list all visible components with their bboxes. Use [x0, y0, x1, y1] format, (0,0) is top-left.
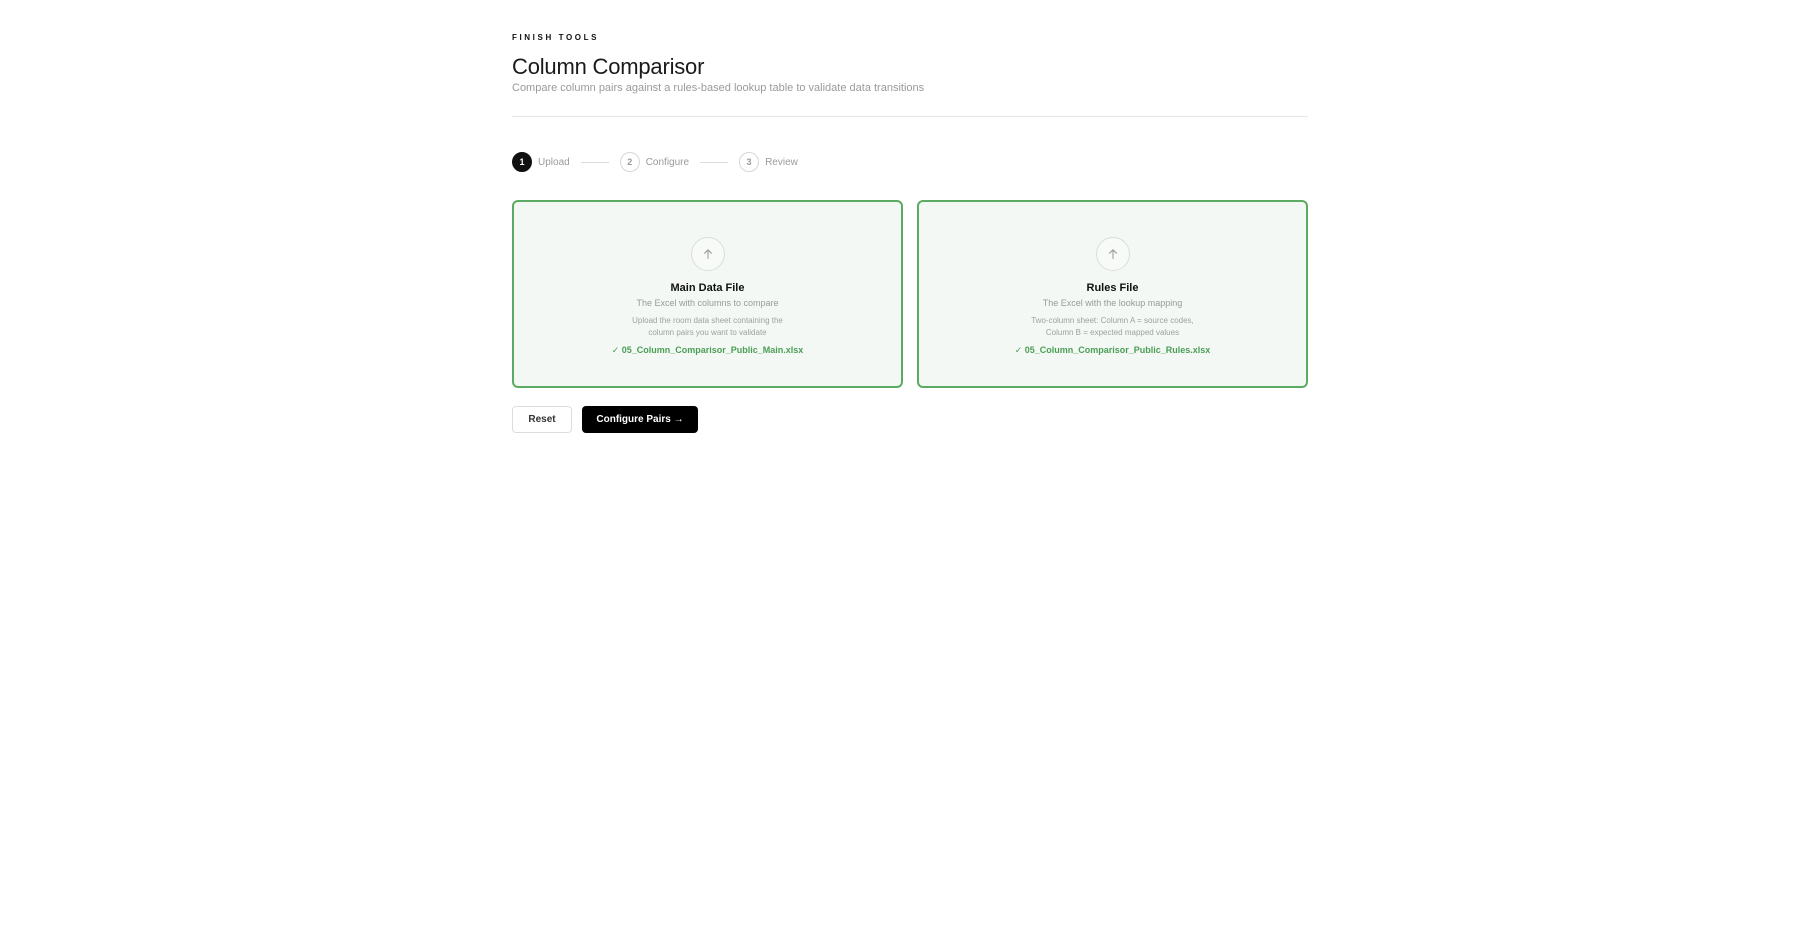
- step-review[interactable]: 3 Review: [739, 152, 798, 172]
- action-bar: Reset Configure Pairs →: [512, 406, 698, 433]
- reset-button[interactable]: Reset: [512, 406, 572, 433]
- card-description-line: Two-column sheet: Column A = source code…: [1031, 316, 1194, 325]
- step-configure[interactable]: 2 Configure: [619, 152, 690, 172]
- step-number: 3: [739, 152, 760, 172]
- step-upload[interactable]: 1 Upload: [512, 152, 570, 172]
- card-description-line: Upload the room data sheet containing th…: [632, 316, 783, 325]
- header-divider: [512, 116, 1308, 117]
- upload-arrow-icon: [1095, 237, 1130, 271]
- upload-arrow-icon: [690, 237, 725, 271]
- step-label: Upload: [538, 156, 570, 168]
- card-title: Main Data File: [670, 282, 745, 294]
- uploaded-file-name: ✓ 05_Column_Comparisor_Public_Rules.xlsx: [1014, 345, 1211, 355]
- rules-file-dropzone[interactable]: Rules File The Excel with the lookup map…: [917, 200, 1308, 388]
- page-title: Column Comparisor: [512, 54, 705, 79]
- step-number: 2: [619, 152, 640, 172]
- step-label: Configure: [645, 156, 690, 168]
- card-title: Rules File: [1086, 282, 1139, 294]
- section-eyebrow: FINISH TOOLS: [512, 33, 600, 42]
- main-data-file-dropzone[interactable]: Main Data File The Excel with columns to…: [512, 200, 903, 388]
- card-subtitle: The Excel with columns to compare: [636, 298, 779, 308]
- upload-cards: Main Data File The Excel with columns to…: [512, 200, 1308, 388]
- card-description: Upload the room data sheet containing th…: [514, 315, 901, 339]
- card-subtitle: The Excel with the lookup mapping: [1042, 298, 1183, 308]
- step-number: 1: [512, 152, 532, 172]
- page-subtitle: Compare column pairs against a rules-bas…: [512, 82, 925, 94]
- step-label: Review: [765, 156, 798, 168]
- step-connector: [700, 161, 729, 163]
- card-description-line: Column B = expected mapped values: [1045, 328, 1180, 337]
- uploaded-file-name: ✓ 05_Column_Comparisor_Public_Main.xlsx: [611, 345, 804, 355]
- stepper: 1 Upload 2 Configure 3 Review: [512, 152, 798, 172]
- configure-pairs-button[interactable]: Configure Pairs →: [582, 406, 698, 433]
- card-description-line: column pairs you want to validate: [648, 328, 767, 337]
- step-connector: [580, 161, 609, 163]
- card-description: Two-column sheet: Column A = source code…: [919, 315, 1306, 339]
